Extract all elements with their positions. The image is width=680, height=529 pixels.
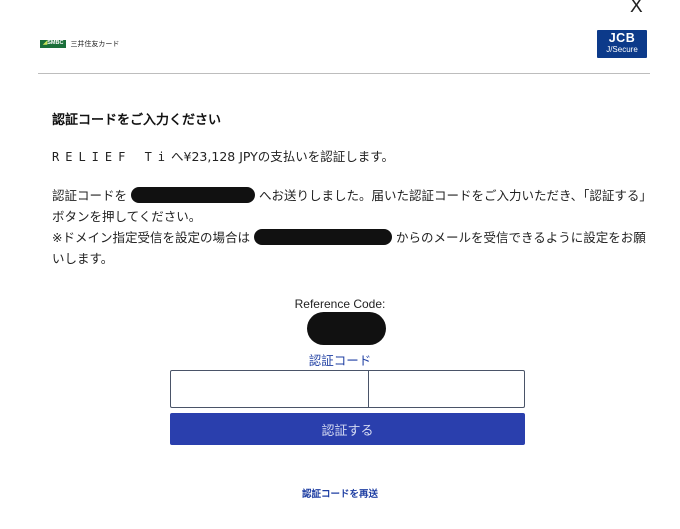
instructions-text: 認証コードを へお送りしました。届いた認証コードをご入力いただき、「認証する」ボタ… [52, 185, 652, 269]
instructions-part-3: ※ドメイン指定受信を設定の場合は [52, 230, 250, 245]
issuer-logo: ◢SMBC 三井住友カード [40, 39, 119, 49]
auth-code-input-2[interactable] [368, 371, 566, 407]
close-icon[interactable]: X [630, 0, 643, 18]
redacted-reference-code [307, 312, 386, 345]
redacted-sender-domain [253, 229, 392, 245]
payment-summary: RELIEF Tiへ¥23,128 JPYの支払いを認証します。 [52, 146, 394, 168]
header-divider [38, 73, 650, 74]
payment-amount-text: へ¥23,128 JPYの支払いを認証します。 [171, 149, 395, 164]
jcb-jsecure-logo: JCB J/Secure [597, 30, 647, 58]
auth-code-field [170, 370, 566, 408]
jcb-logo-text: JCB [608, 31, 636, 45]
resend-code-link[interactable]: 認証コードを再送 [0, 486, 680, 500]
auth-code-label: 認証コード [308, 353, 372, 368]
page-title: 認証コードをご入力ください [52, 113, 222, 128]
issuer-name: 三井住友カード [70, 40, 120, 48]
authenticate-button[interactable]: 認証する [170, 413, 525, 445]
redacted-destination [131, 187, 256, 203]
auth-code-input-1[interactable] [171, 371, 368, 407]
reference-code-label: Reference Code: [294, 297, 386, 311]
merchant-name: RELIEF Ti [52, 150, 172, 164]
smbc-badge: ◢SMBC [40, 40, 67, 48]
jsecure-logo-text: J/Secure [606, 44, 638, 54]
instructions-part-1: 認証コードを [52, 188, 128, 203]
